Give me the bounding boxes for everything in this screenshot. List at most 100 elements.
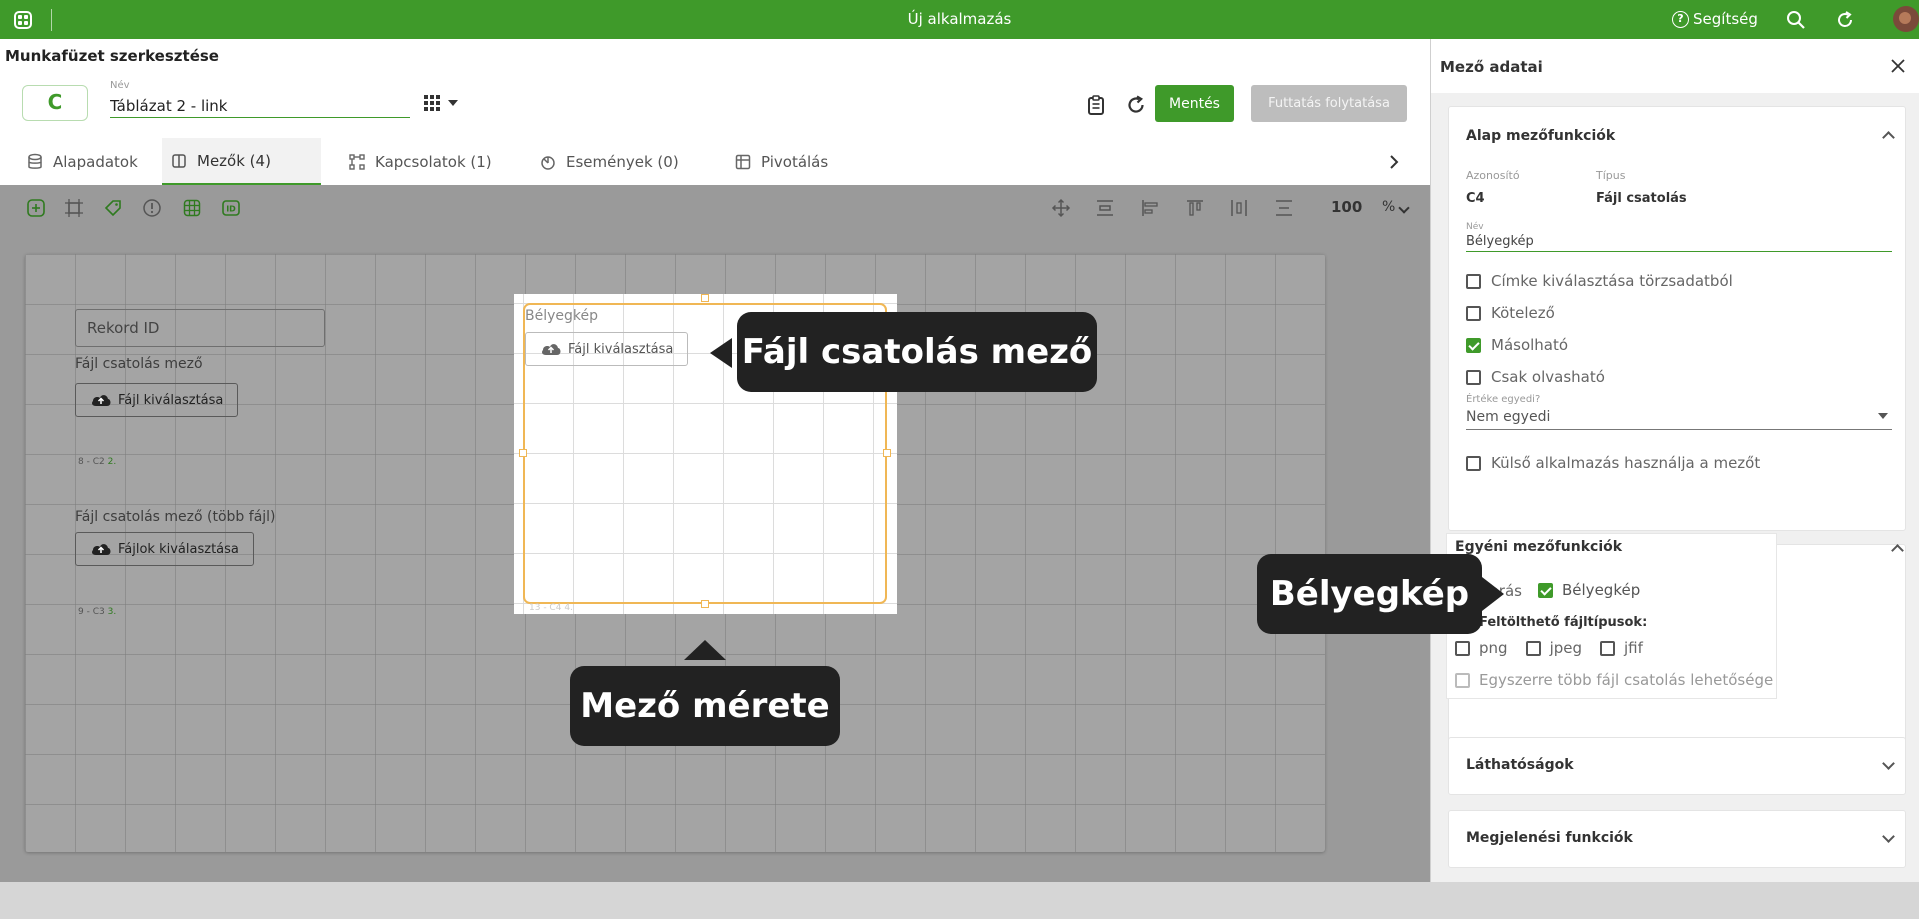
- field-id: 9 - C3 3.: [78, 607, 117, 617]
- checkbox[interactable]: [1466, 273, 1481, 289]
- resize-handle[interactable]: [701, 600, 709, 608]
- clipboard-icon[interactable]: [1084, 93, 1108, 117]
- checkbox-row[interactable]: Címke kiválasztása törzsadatból: [1466, 272, 1733, 290]
- table-icon[interactable]: [182, 198, 202, 218]
- file-field-label: Fájl csatolás mező: [75, 356, 203, 372]
- layout-dropdown[interactable]: [424, 95, 458, 111]
- chevron-down-icon[interactable]: [1398, 202, 1410, 214]
- cloud-upload-icon: [92, 544, 111, 555]
- save-button[interactable]: Mentés: [1155, 85, 1234, 122]
- page-title: Munkafüzet szerkesztése: [5, 47, 219, 65]
- cloud-upload-icon: [542, 344, 561, 355]
- chevron-down-icon[interactable]: [1882, 830, 1895, 843]
- name-value: Bélyegkép: [1466, 234, 1534, 249]
- frame-icon[interactable]: [64, 198, 84, 218]
- table-badge[interactable]: C: [22, 85, 88, 121]
- tab-label: Pivotálás: [761, 152, 829, 171]
- filetype-option[interactable]: jpeg: [1525, 639, 1582, 657]
- refresh-icon[interactable]: [1124, 93, 1148, 117]
- chevron-down-icon[interactable]: [1882, 757, 1895, 770]
- filetype-option[interactable]: png: [1455, 639, 1508, 657]
- align-top-icon[interactable]: [1185, 198, 1205, 218]
- type-label: Típus: [1596, 169, 1626, 182]
- continue-run-button[interactable]: Futtatás folytatása: [1251, 85, 1407, 122]
- tab-kapcsolatok[interactable]: Kapcsolatok (1): [340, 138, 500, 185]
- section-title: Egyéni mezőfunkciók: [1455, 539, 1623, 555]
- tab-mezok[interactable]: Mezők (4): [162, 138, 321, 185]
- checkbox[interactable]: [1466, 369, 1481, 385]
- bottom-bar: [0, 882, 1919, 919]
- zoom-unit[interactable]: %: [1382, 199, 1395, 215]
- callout-field-size: Mező mérete: [570, 666, 840, 746]
- resize-handle[interactable]: [883, 449, 891, 457]
- multi-upload-option[interactable]: Egyszerre több fájl csatolás lehetősége: [1455, 671, 1773, 689]
- chevron-down-icon: [1878, 413, 1888, 419]
- resize-handle[interactable]: [701, 294, 709, 302]
- tab-alapadatok[interactable]: Alapadatok: [18, 138, 146, 185]
- file-select-button[interactable]: Fájl kiválasztása: [75, 383, 239, 417]
- custom-functions-highlight: Egyéni mezőfunkciók Abrás Bélyegkép Felt…: [1446, 533, 1777, 699]
- add-field-icon[interactable]: [26, 198, 46, 218]
- checkbox-label: Csak olvasható: [1491, 368, 1605, 386]
- search-icon[interactable]: [1785, 9, 1807, 31]
- help-label: Segítség: [1693, 10, 1758, 28]
- checkbox-label: Egyszerre több fájl csatolás lehetősége: [1479, 671, 1774, 689]
- relations-icon: [349, 153, 365, 170]
- basic-functions-card: Alap mezőfunkciók Azonosító Típus C4 Fáj…: [1448, 106, 1906, 531]
- checkbox-checked[interactable]: [1466, 337, 1481, 353]
- field-name-input[interactable]: Név Bélyegkép: [1466, 222, 1892, 252]
- rekord-id-field[interactable]: Rekord ID: [75, 309, 325, 347]
- multi-file-field-label: Fájl csatolás mező (több fájl): [75, 509, 276, 525]
- file-select-button[interactable]: Fájl kiválasztása: [525, 332, 689, 366]
- refresh-icon[interactable]: [1834, 9, 1856, 31]
- info-icon[interactable]: [142, 198, 162, 218]
- field-details-panel: Mező adatai Alap mezőfunkciók Azonosító …: [1430, 39, 1919, 882]
- section-title: Megjelenési funkciók: [1466, 830, 1633, 846]
- thumbnail-option[interactable]: Bélyegkép: [1538, 581, 1640, 599]
- distribute-horizontal-icon[interactable]: [1229, 198, 1249, 218]
- avatar[interactable]: [1893, 6, 1919, 32]
- callout-arrow: [710, 338, 732, 368]
- chevron-right-icon[interactable]: [1384, 152, 1404, 172]
- close-icon[interactable]: [1890, 58, 1906, 74]
- filetype-option[interactable]: jfif: [1600, 639, 1643, 657]
- align-left-icon[interactable]: [1140, 198, 1160, 218]
- checkbox[interactable]: [1466, 305, 1481, 321]
- multi-file-select-button[interactable]: Fájlok kiválasztása: [75, 532, 254, 566]
- align-center-icon[interactable]: [1274, 198, 1294, 218]
- tab-esemenyek[interactable]: Események (0): [531, 138, 687, 185]
- database-icon: [28, 153, 42, 169]
- checkbox[interactable]: [1455, 672, 1470, 688]
- tab-label: Alapadatok: [53, 152, 138, 171]
- checkbox[interactable]: [1525, 640, 1541, 656]
- tab-pivotalas[interactable]: Pivotálás: [726, 138, 836, 185]
- id-icon[interactable]: ID: [221, 198, 241, 218]
- callout-thumbnail: Bélyegkép: [1257, 554, 1482, 634]
- checkbox[interactable]: [1466, 455, 1481, 471]
- top-bar: Új alkalmazás ? Segítség: [0, 0, 1919, 39]
- checkbox[interactable]: [1600, 640, 1616, 656]
- checkbox-checked[interactable]: [1538, 582, 1553, 598]
- select-value: Nem egyedi: [1466, 409, 1551, 425]
- display-functions-card[interactable]: Megjelenési funkciók: [1448, 810, 1906, 868]
- button-label: Fájl kiválasztása: [118, 392, 224, 408]
- checkbox-row[interactable]: Csak olvasható: [1466, 368, 1605, 386]
- move-icon[interactable]: [1051, 198, 1071, 218]
- checkbox-label: Címke kiválasztása törzsadatból: [1491, 272, 1733, 290]
- tag-icon[interactable]: [103, 198, 123, 218]
- checkbox-row[interactable]: Másolható: [1466, 336, 1568, 354]
- chevron-up-icon[interactable]: [1882, 131, 1895, 144]
- field-id: 8 - C2 2.: [78, 457, 117, 467]
- distribute-vertical-icon[interactable]: [1095, 198, 1115, 218]
- zoom-level[interactable]: 100: [1331, 198, 1362, 216]
- button-label: Fájlok kiválasztása: [118, 541, 239, 557]
- checkbox[interactable]: [1455, 640, 1470, 656]
- resize-handle[interactable]: [519, 449, 527, 457]
- checkbox-row[interactable]: Külső alkalmazás használja a mezőt: [1466, 454, 1760, 472]
- help-link[interactable]: ? Segítség: [1672, 10, 1758, 28]
- visibility-card[interactable]: Láthatóságok: [1448, 737, 1906, 795]
- unique-select[interactable]: Értéke egyedi? Nem egyedi: [1466, 394, 1892, 430]
- table-name-input[interactable]: [110, 94, 410, 118]
- checkbox-row[interactable]: Kötelező: [1466, 304, 1555, 322]
- id-label: Azonosító: [1466, 169, 1520, 182]
